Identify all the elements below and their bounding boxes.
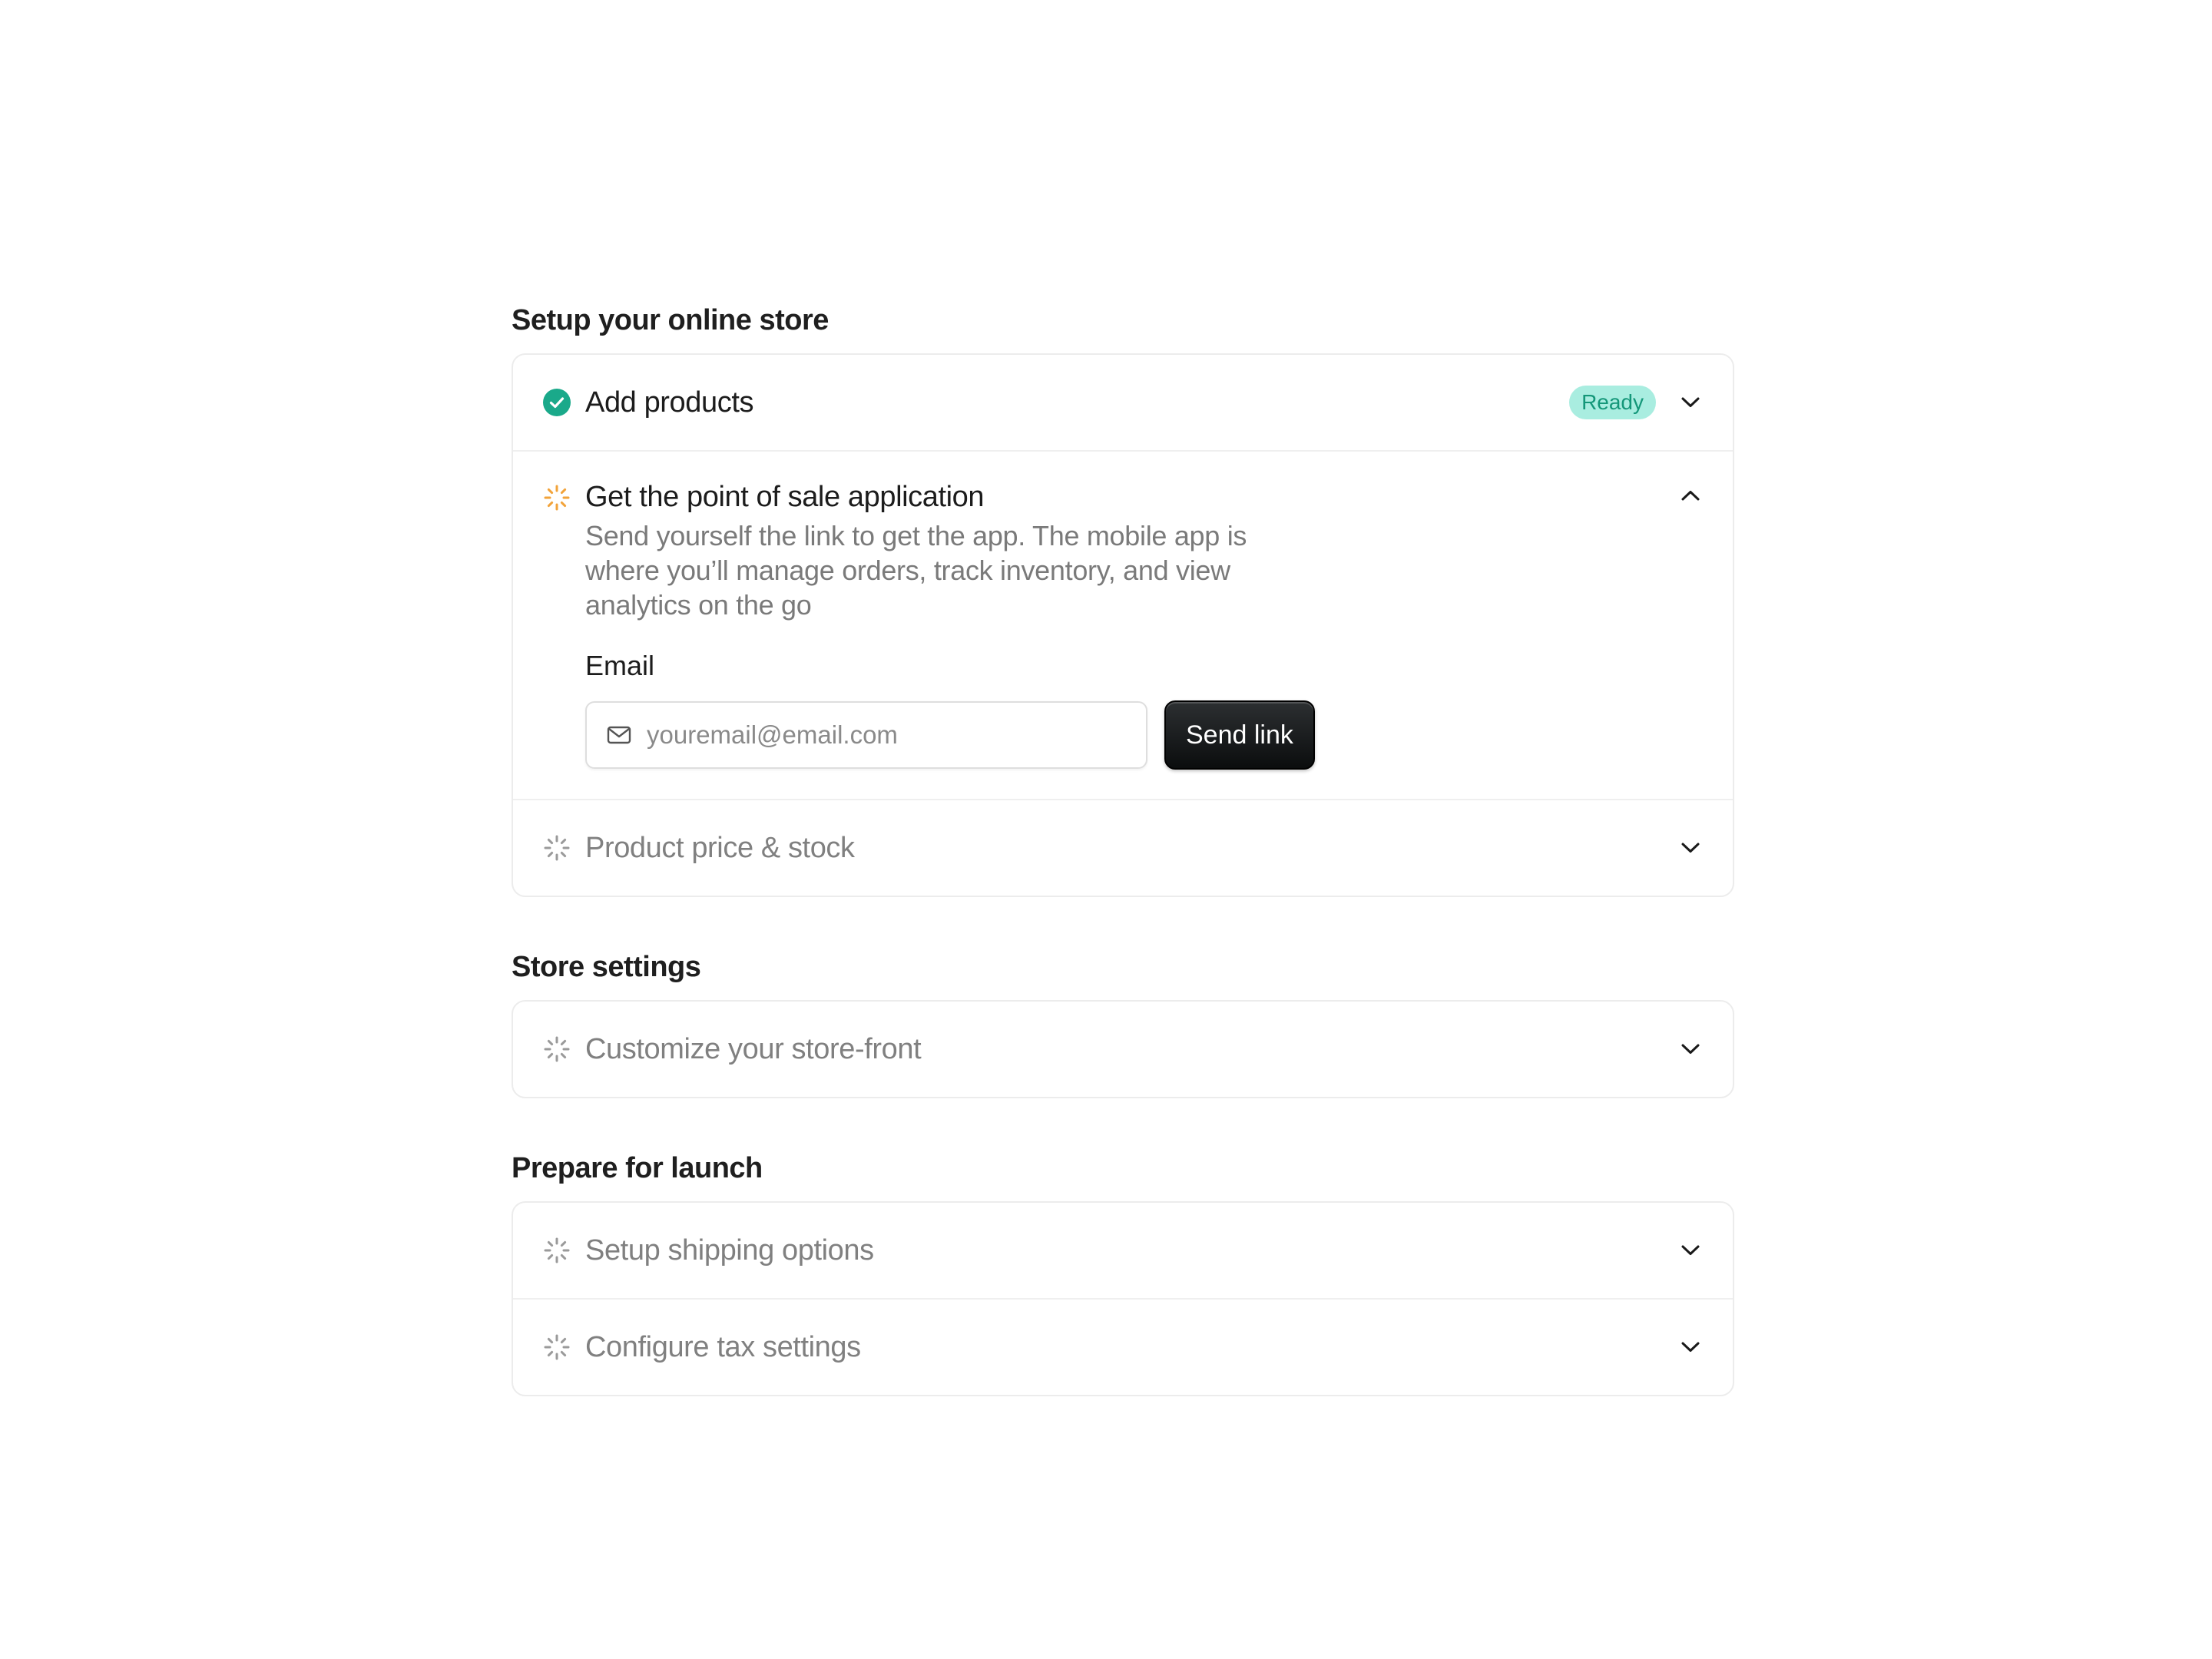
item-title: Product price & stock	[585, 831, 855, 864]
item-title: Add products	[585, 386, 754, 419]
spinner-icon	[542, 1333, 571, 1362]
check-circle-icon	[542, 388, 571, 417]
chevron-up-icon[interactable]	[1679, 484, 1702, 507]
setup-checklist: Setup your online store Add products Rea…	[512, 301, 1734, 1396]
section-title-prepare-launch: Prepare for launch	[512, 1152, 763, 1184]
chevron-down-icon[interactable]	[1679, 1239, 1702, 1262]
list-item-add-products[interactable]: Add products Ready	[513, 355, 1733, 450]
spinner-icon	[542, 483, 571, 512]
spinner-icon	[542, 1236, 571, 1265]
list-item-price-stock[interactable]: Product price & stock	[513, 799, 1733, 896]
list-item-customize-storefront[interactable]: Customize your store-front	[513, 1002, 1733, 1097]
item-title: Get the point of sale application	[585, 481, 985, 513]
chevron-down-icon[interactable]	[1679, 1336, 1702, 1359]
mail-icon	[607, 725, 631, 745]
item-title: Configure tax settings	[585, 1330, 861, 1363]
section-title-store-settings: Store settings	[512, 951, 701, 983]
status-badge: Ready	[1569, 386, 1656, 419]
send-link-button[interactable]: Send link	[1164, 700, 1315, 770]
section-title-setup: Setup your online store	[512, 304, 829, 336]
spinner-icon	[542, 833, 571, 863]
pos-app-body: Send yourself the link to get the app. T…	[513, 518, 1733, 799]
setup-card: Add products Ready Get the point of sale…	[512, 353, 1734, 897]
email-form: Send link	[585, 700, 1702, 770]
email-input[interactable]	[645, 720, 1126, 750]
list-item-shipping-options[interactable]: Setup shipping options	[513, 1203, 1733, 1298]
email-field[interactable]	[585, 701, 1147, 769]
item-description: Send yourself the link to get the app. T…	[585, 520, 1247, 621]
pos-app-header[interactable]: Get the point of sale application	[513, 452, 1733, 514]
list-item-tax-settings[interactable]: Configure tax settings	[513, 1298, 1733, 1395]
email-label: Email	[585, 650, 655, 681]
spinner-icon	[542, 1035, 571, 1064]
list-item-pos-app: Get the point of sale application Send y…	[513, 450, 1733, 799]
chevron-down-icon[interactable]	[1679, 391, 1702, 414]
item-title: Customize your store-front	[585, 1032, 922, 1065]
chevron-down-icon[interactable]	[1679, 1038, 1702, 1061]
chevron-down-icon[interactable]	[1679, 836, 1702, 859]
prepare-launch-card: Setup shipping options Configure tax set…	[512, 1201, 1734, 1396]
store-settings-card: Customize your store-front	[512, 1000, 1734, 1098]
item-title: Setup shipping options	[585, 1233, 874, 1267]
